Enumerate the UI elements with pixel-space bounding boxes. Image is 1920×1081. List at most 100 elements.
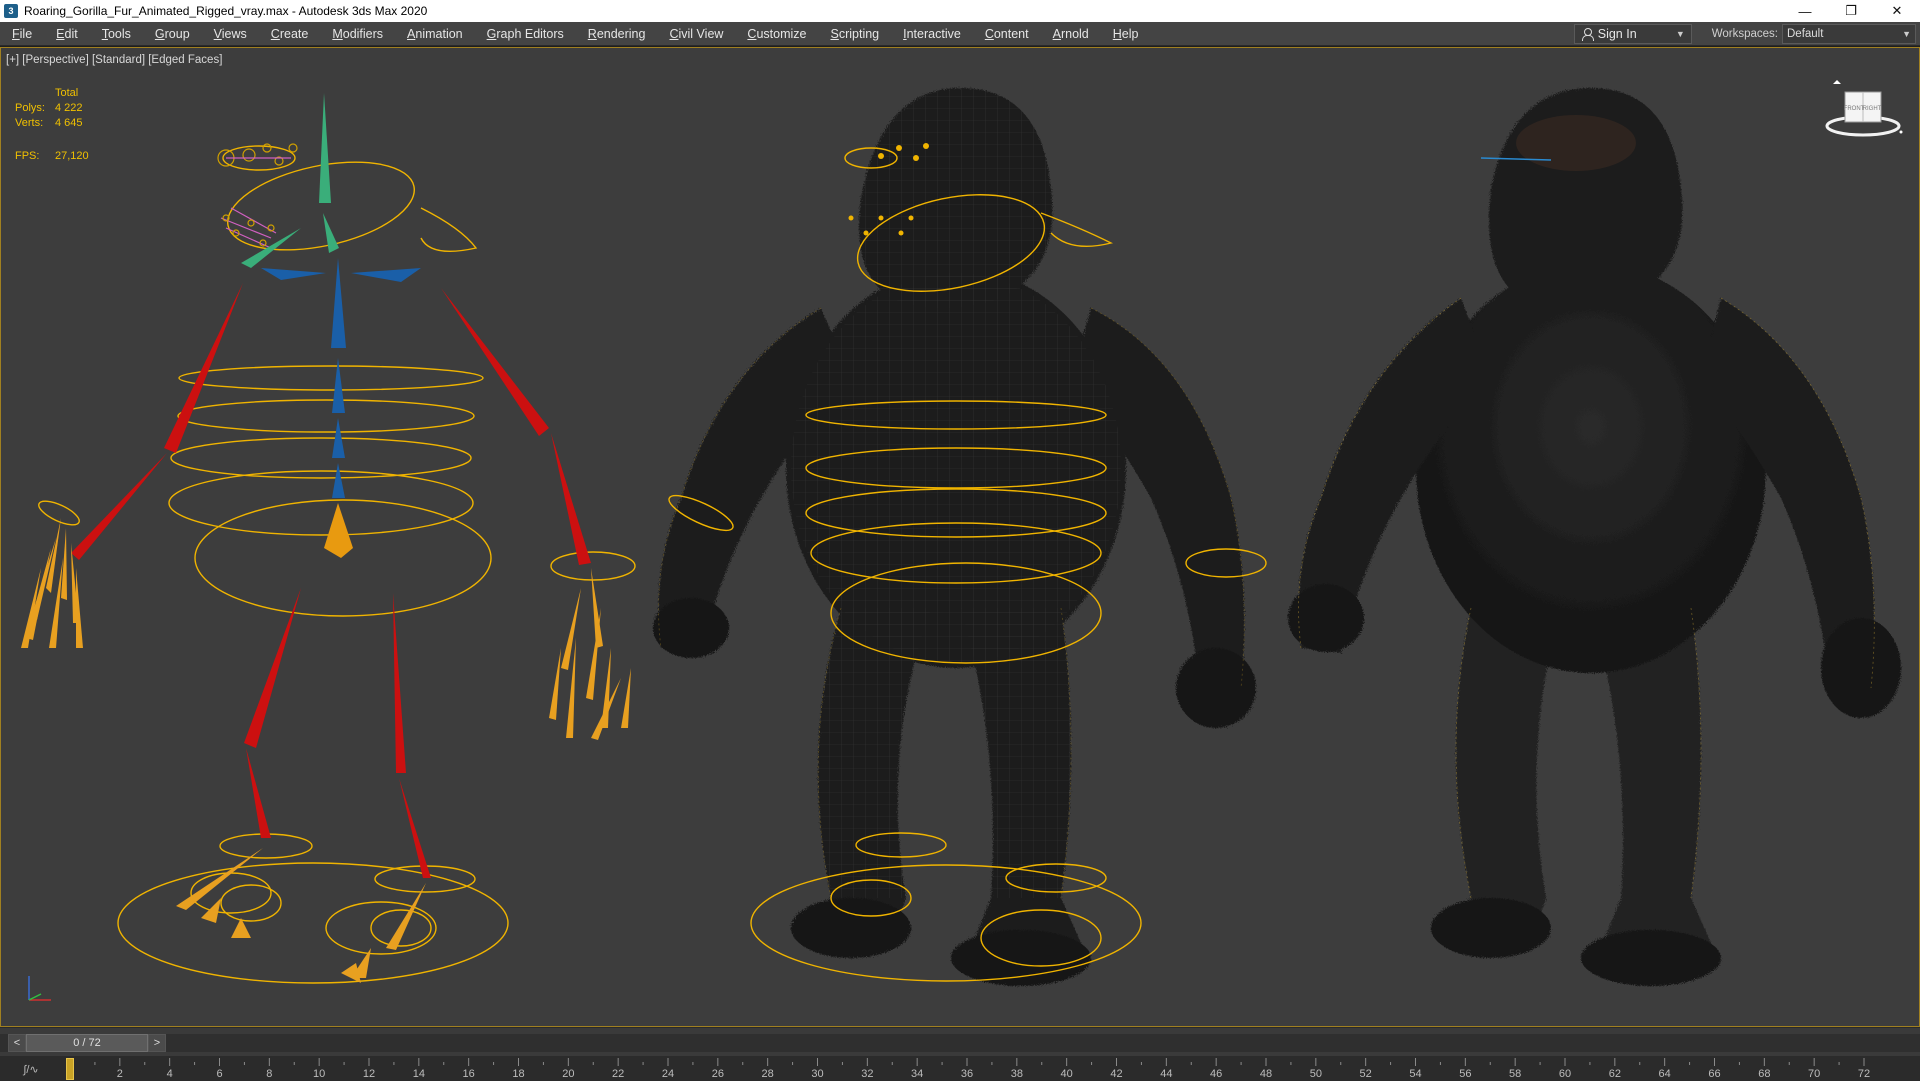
workspaces-label: Workspaces: xyxy=(1711,27,1778,40)
menu-help[interactable]: Help xyxy=(1101,22,1151,46)
menu-file[interactable]: File xyxy=(0,22,44,46)
head-bone[interactable] xyxy=(319,93,331,203)
spine-controls[interactable] xyxy=(36,145,636,984)
stats-total-label: Total xyxy=(55,87,79,99)
face-controls[interactable] xyxy=(217,143,298,249)
ruler-label: 44 xyxy=(1160,1068,1172,1080)
bone-rig[interactable] xyxy=(21,93,636,984)
menu-customize[interactable]: Customize xyxy=(735,22,818,46)
sign-in-label: Sign In xyxy=(1597,26,1637,41)
ruler-label: 70 xyxy=(1808,1068,1820,1080)
ruler-label: 64 xyxy=(1659,1068,1671,1080)
workspaces-dropdown[interactable]: Default ▼ xyxy=(1782,23,1916,44)
chevron-down-icon: ▼ xyxy=(1902,28,1911,39)
fps-value: 27,120 xyxy=(55,150,89,162)
ruler-label: 18 xyxy=(512,1068,524,1080)
menu-arnold[interactable]: Arnold xyxy=(1041,22,1101,46)
prev-frame-button[interactable]: < xyxy=(8,1034,26,1052)
menu-civil-view[interactable]: Civil View xyxy=(657,22,735,46)
ruler-label: 22 xyxy=(612,1068,624,1080)
ruler-label: 56 xyxy=(1459,1068,1471,1080)
menu-edit[interactable]: Edit xyxy=(44,22,90,46)
verts-label: Verts: xyxy=(15,117,44,129)
ruler-label: 8 xyxy=(266,1068,272,1080)
ruler-label: 6 xyxy=(216,1068,222,1080)
minimize-icon[interactable]: — xyxy=(1782,0,1828,22)
timeline-panel: < 0 / 72 > ∫/∿ 0246810121416182022242628… xyxy=(0,1027,1920,1081)
ruler-label: 42 xyxy=(1110,1068,1122,1080)
jaw-bone[interactable] xyxy=(241,228,301,268)
ruler-label: 54 xyxy=(1409,1068,1421,1080)
ruler-label: 16 xyxy=(463,1068,475,1080)
ruler-label: 12 xyxy=(363,1068,375,1080)
foot-bones[interactable] xyxy=(176,848,426,983)
ruler-label: 58 xyxy=(1509,1068,1521,1080)
ruler-label: 48 xyxy=(1260,1068,1272,1080)
menu-bar: File Edit Tools Group Views Create Modif… xyxy=(0,22,1920,46)
track-bar[interactable]: ∫/∿ 024681012141618202224262830323436384… xyxy=(0,1056,1920,1081)
neck-bone[interactable] xyxy=(323,213,339,253)
window-title: Roaring_Gorilla_Fur_Animated_Rigged_vray… xyxy=(24,4,428,18)
menu-group[interactable]: Group xyxy=(143,22,202,46)
menu-modifiers[interactable]: Modifiers xyxy=(320,22,395,46)
ruler-label: 30 xyxy=(811,1068,823,1080)
spine-bones[interactable] xyxy=(261,258,421,498)
gorilla-fur-model[interactable] xyxy=(1288,88,1901,986)
menu-create[interactable]: Create xyxy=(259,22,321,46)
ruler-label: 10 xyxy=(313,1068,325,1080)
verts-value: 4 645 xyxy=(55,117,83,129)
ruler-label: 4 xyxy=(167,1068,173,1080)
ruler-label: 14 xyxy=(413,1068,425,1080)
pelvis-bone[interactable] xyxy=(324,503,353,558)
menu-tools[interactable]: Tools xyxy=(90,22,143,46)
restore-icon[interactable]: ❐ xyxy=(1828,0,1874,22)
gorilla-wireframe-model[interactable] xyxy=(653,88,1267,986)
home-icon[interactable] xyxy=(1833,80,1841,84)
sign-in-button[interactable]: Sign In ▼ xyxy=(1573,23,1692,44)
menu-content[interactable]: Content xyxy=(973,22,1041,46)
ruler-label: 50 xyxy=(1310,1068,1322,1080)
viewcube-front[interactable]: FRONT xyxy=(1844,106,1865,112)
ruler-label: 62 xyxy=(1609,1068,1621,1080)
viewport-statistics: Total Polys: 4 222 Verts: 4 645 FPS: 27,120 xyxy=(15,86,115,164)
menu-graph-editors[interactable]: Graph Editors xyxy=(475,22,576,46)
current-frame-marker[interactable] xyxy=(66,1058,74,1080)
polys-value: 4 222 xyxy=(55,102,83,114)
polys-label: Polys: xyxy=(15,102,45,114)
time-slider-thumb[interactable]: 0 / 72 xyxy=(26,1034,148,1052)
close-icon[interactable]: ✕ xyxy=(1874,0,1920,22)
ruler-label: 46 xyxy=(1210,1068,1222,1080)
hand-bones[interactable] xyxy=(21,518,631,740)
chevron-down-icon: ▼ xyxy=(1675,28,1685,39)
viewcube-right[interactable]: RIGHT xyxy=(1863,106,1882,112)
3ds-max-icon[interactable]: 3 xyxy=(4,4,18,18)
arm-bones[interactable] xyxy=(71,283,591,565)
ruler-label: 20 xyxy=(562,1068,574,1080)
menu-animation[interactable]: Animation xyxy=(395,22,475,46)
viewport-label[interactable]: [+] [Perspective] [Standard] [Edged Face… xyxy=(6,54,222,66)
title-bar: 3 Roaring_Gorilla_Fur_Animated_Rigged_vr… xyxy=(0,0,1920,22)
axis-tripod-icon xyxy=(28,976,51,1001)
menu-interactive[interactable]: Interactive xyxy=(891,22,973,46)
menu-rendering[interactable]: Rendering xyxy=(576,22,658,46)
ruler-label: 66 xyxy=(1708,1068,1720,1080)
scene-canvas[interactable] xyxy=(1,48,1919,1026)
fps-label: FPS: xyxy=(15,150,40,162)
time-slider[interactable]: < 0 / 72 > xyxy=(0,1034,1920,1052)
next-frame-button[interactable]: > xyxy=(148,1034,166,1052)
viewcube[interactable]: FRONT RIGHT xyxy=(1823,78,1903,138)
ruler-label: 2 xyxy=(117,1068,123,1080)
ruler-label: 68 xyxy=(1758,1068,1770,1080)
user-icon xyxy=(1581,27,1594,41)
ruler-label: 36 xyxy=(961,1068,973,1080)
ruler-label: 52 xyxy=(1360,1068,1372,1080)
perspective-viewport[interactable]: [+] [Perspective] [Standard] [Edged Face… xyxy=(0,47,1920,1027)
workspaces-value: Default xyxy=(1787,27,1824,40)
curve-editor-icon[interactable]: ∫/∿ xyxy=(4,1059,58,1079)
frame-ruler[interactable]: 0246810121416182022242628303234363840424… xyxy=(64,1056,1920,1081)
ruler-label: 60 xyxy=(1559,1068,1571,1080)
ruler-label: 38 xyxy=(1011,1068,1023,1080)
menu-scripting[interactable]: Scripting xyxy=(818,22,891,46)
menu-views[interactable]: Views xyxy=(202,22,259,46)
ruler-label: 26 xyxy=(712,1068,724,1080)
